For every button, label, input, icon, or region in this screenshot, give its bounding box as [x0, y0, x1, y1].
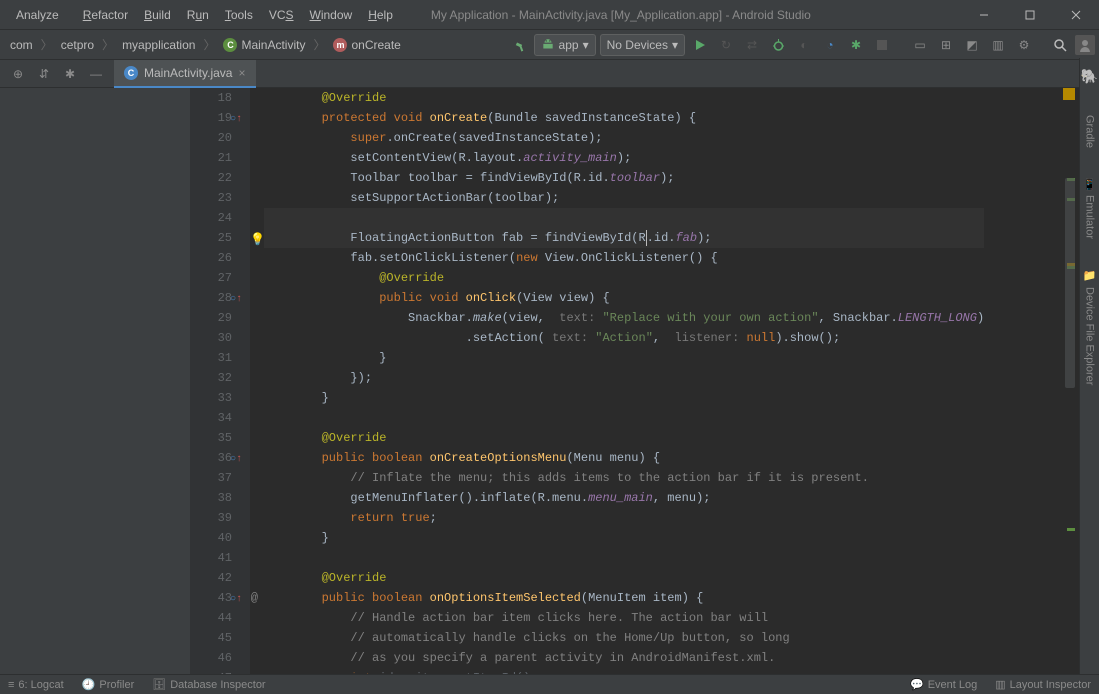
- android-icon: [541, 38, 555, 52]
- tab-label: MainActivity.java: [144, 66, 232, 80]
- code-editor[interactable]: 1819○↑202122232425262728○↑29303132333435…: [190, 88, 1099, 690]
- gutter[interactable]: 1819○↑202122232425262728○↑29303132333435…: [190, 88, 250, 690]
- device-label: No Devices: [607, 38, 668, 52]
- resource-manager-icon[interactable]: ◩: [961, 34, 983, 56]
- gradle-icon[interactable]: 🐘: [1081, 68, 1098, 85]
- breadcrumb-com[interactable]: com: [4, 34, 39, 56]
- java-class-icon: C: [124, 66, 138, 80]
- close-tab-icon[interactable]: ×: [238, 66, 245, 80]
- device-file-explorer-label[interactable]: 📁 Device File Explorer: [1083, 270, 1096, 386]
- event-log-tool[interactable]: 💬 Event Log: [910, 678, 977, 691]
- breadcrumb: com 〉 cetpro 〉 myapplication 〉 CMainActi…: [0, 34, 407, 56]
- menu-build[interactable]: Build: [136, 0, 179, 30]
- status-bar: ≡ 6: Logcat 🕘 Profiler 🗄 Database Inspec…: [0, 674, 1099, 694]
- project-tool-window-collapsed[interactable]: [0, 88, 190, 690]
- navigation-bar: com 〉 cetpro 〉 myapplication 〉 CMainActi…: [0, 30, 1099, 60]
- intention-bulb-icon[interactable]: 💡: [250, 230, 265, 250]
- breadcrumb-cetpro[interactable]: cetpro: [55, 34, 100, 56]
- title-bar: Analyze Refactor Build Run Tools VCS Win…: [0, 0, 1099, 30]
- scroll-from-source-icon[interactable]: ⇵: [36, 67, 52, 81]
- menu-help[interactable]: Help: [360, 0, 401, 30]
- method-icon: m: [333, 38, 347, 52]
- run-config-label: app: [559, 38, 579, 52]
- minimize-button[interactable]: [961, 0, 1007, 30]
- layout-inspector-tool[interactable]: ▥ Layout Inspector: [995, 678, 1091, 691]
- chevron-down-icon: ▾: [583, 38, 589, 52]
- select-opened-file-icon[interactable]: ⊕: [10, 67, 26, 81]
- window-title: My Application - MainActivity.java [My_A…: [401, 8, 961, 22]
- gradle-label[interactable]: Gradle: [1084, 115, 1096, 148]
- stop-icon[interactable]: [871, 34, 893, 56]
- run-icon[interactable]: [689, 34, 711, 56]
- build-icon[interactable]: [504, 31, 532, 59]
- vertical-scrollbar[interactable]: [1065, 178, 1075, 388]
- logcat-tool[interactable]: ≡ 6: Logcat: [8, 679, 64, 691]
- breadcrumb-myapplication[interactable]: myapplication: [116, 34, 201, 56]
- layout-inspector-toolbar-icon[interactable]: ▥: [987, 34, 1009, 56]
- menu-analyze[interactable]: Analyze: [0, 0, 75, 30]
- avd-manager-icon[interactable]: ▭: [909, 34, 931, 56]
- sdk-manager-icon[interactable]: ⊞: [935, 34, 957, 56]
- class-icon: C: [223, 38, 237, 52]
- apply-changes-icon[interactable]: ↻: [715, 34, 737, 56]
- toolbar: app ▾ No Devices ▾ ↻ ⇄ ◐ ◔ ✱ ▭ ⊞ ◩ ▥ ⚙: [508, 30, 1095, 60]
- breadcrumb-mainactivity[interactable]: CMainActivity: [217, 34, 311, 56]
- editor-area: 1819○↑202122232425262728○↑29303132333435…: [0, 88, 1099, 690]
- device-selector[interactable]: No Devices ▾: [600, 34, 685, 56]
- debug-icon[interactable]: [767, 34, 789, 56]
- apply-code-icon[interactable]: ⇄: [741, 34, 763, 56]
- close-button[interactable]: [1053, 0, 1099, 30]
- profiler-tool[interactable]: 🕘 Profiler: [82, 678, 135, 691]
- search-everywhere-icon[interactable]: [1049, 34, 1071, 56]
- profiler-icon[interactable]: ◔: [819, 34, 841, 56]
- editor-tab-bar: ⊕ ⇵ ✱ — C MainActivity.java ×: [0, 60, 1099, 88]
- menu-vcs[interactable]: VCS: [261, 0, 302, 30]
- chevron-down-icon: ▾: [672, 38, 678, 52]
- editor-tab-mainactivity[interactable]: C MainActivity.java ×: [114, 60, 256, 88]
- menu-tools[interactable]: Tools: [217, 0, 261, 30]
- attach-debugger-icon[interactable]: ✱: [845, 34, 867, 56]
- code-content[interactable]: @Override protected void onCreate(Bundle…: [250, 88, 984, 690]
- menu-refactor[interactable]: Refactor: [75, 0, 136, 30]
- menu-run[interactable]: Run: [179, 0, 217, 30]
- collapse-icon[interactable]: —: [88, 67, 104, 81]
- database-inspector-tool[interactable]: 🗄 Database Inspector: [152, 678, 265, 691]
- right-tool-rail: 🐘 Gradle 📱 Emulator 📁 Device File Explor…: [1079, 58, 1099, 680]
- run-config-selector[interactable]: app ▾: [534, 34, 596, 56]
- maximize-button[interactable]: [1007, 0, 1053, 30]
- main-menu: Analyze Refactor Build Run Tools VCS Win…: [0, 0, 401, 30]
- coverage-icon[interactable]: ◐: [793, 34, 815, 56]
- breadcrumb-oncreate[interactable]: monCreate: [327, 34, 406, 56]
- settings-icon[interactable]: ✱: [62, 67, 78, 81]
- emulator-label[interactable]: 📱 Emulator: [1083, 178, 1096, 239]
- user-icon[interactable]: [1075, 35, 1095, 55]
- project-structure-icon[interactable]: ⚙: [1013, 34, 1035, 56]
- menu-window[interactable]: Window: [302, 0, 361, 30]
